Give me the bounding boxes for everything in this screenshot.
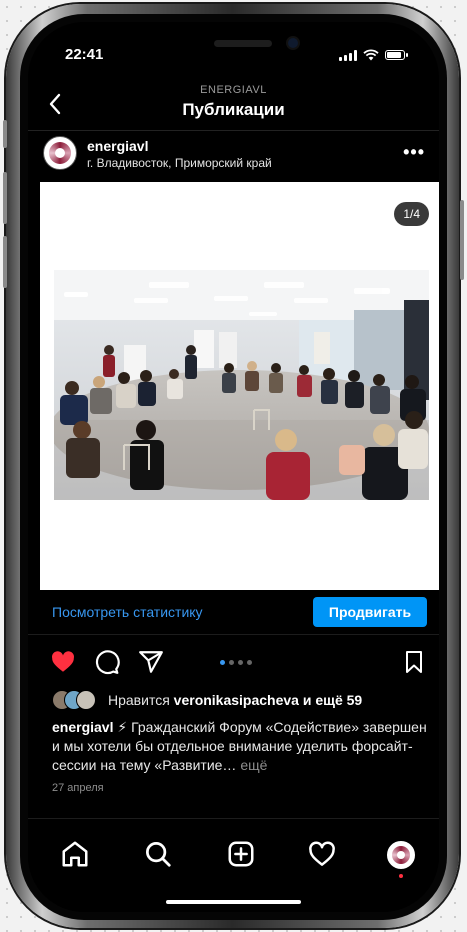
battery-icon <box>385 50 408 60</box>
heart-filled-icon <box>52 651 75 672</box>
send-icon <box>139 651 163 673</box>
page-title: Публикации <box>182 100 285 119</box>
more-options-icon[interactable]: ••• <box>403 142 425 163</box>
cellular-signal-icon <box>339 49 357 61</box>
volume-up-button <box>3 172 7 224</box>
profile-avatar <box>392 846 410 864</box>
header-divider <box>28 130 439 131</box>
likes-text: Нравится veronikasipacheva и ещё 59 <box>108 692 362 708</box>
next-post-peek <box>28 818 439 827</box>
likes-count[interactable]: и ещё 59 <box>303 692 362 708</box>
screen: 22:41 ENERGIAVL Публикации energiavl г. … <box>28 22 439 912</box>
comment-button[interactable] <box>94 649 120 675</box>
status-icons <box>339 49 408 61</box>
tab-new-post[interactable] <box>226 839 256 869</box>
share-button[interactable] <box>138 649 164 675</box>
media-counter: 1/4 <box>394 202 429 226</box>
view-insights-link[interactable]: Посмотреть статистику <box>52 604 203 620</box>
avatar <box>76 690 96 710</box>
avatar[interactable] <box>43 136 77 170</box>
post-actions <box>28 645 439 681</box>
home-indicator[interactable] <box>166 900 301 904</box>
tab-profile[interactable] <box>387 841 415 869</box>
carousel-dot <box>238 660 243 665</box>
carousel-dot <box>247 660 252 665</box>
front-camera <box>288 38 298 48</box>
carousel-indicator <box>220 660 252 665</box>
likes-user[interactable]: veronikasipacheva <box>174 692 299 708</box>
status-time: 22:41 <box>65 46 104 63</box>
post-date: 27 апреля <box>52 782 104 794</box>
post-media[interactable]: 1/4 <box>40 182 439 590</box>
tab-activity[interactable] <box>307 839 337 869</box>
caption-username[interactable]: energiavl <box>52 719 113 735</box>
likes-prefix: Нравится <box>108 692 170 708</box>
silent-switch <box>3 120 7 148</box>
search-icon <box>146 842 171 867</box>
wifi-icon <box>363 49 379 61</box>
like-button[interactable] <box>50 649 76 675</box>
insights-row: Посмотреть статистику Продвигать <box>28 592 439 632</box>
power-button <box>460 200 464 280</box>
comment-icon <box>95 650 120 675</box>
activity-icon <box>309 841 335 866</box>
post-location[interactable]: г. Владивосток, Приморский край <box>87 156 272 170</box>
likes-summary[interactable]: Нравится veronikasipacheva и ещё 59 <box>52 690 432 712</box>
carousel-dot <box>229 660 234 665</box>
post-caption: energiavl ⚡ Гражданский Форум «Содействи… <box>52 718 432 775</box>
add-post-icon <box>228 841 254 867</box>
save-button[interactable] <box>402 649 428 675</box>
post-header: energiavl г. Владивосток, Приморский кра… <box>28 132 439 178</box>
liker-avatars <box>52 690 102 710</box>
speaker-grille <box>214 40 272 47</box>
header-account: ENERGIAVL <box>200 84 267 96</box>
volume-down-button <box>3 236 7 288</box>
caption-more-link[interactable]: ещё <box>240 757 267 773</box>
carousel-dot <box>220 660 225 665</box>
home-icon <box>62 841 88 867</box>
promote-button[interactable]: Продвигать <box>313 597 427 627</box>
bookmark-icon <box>406 651 422 673</box>
insights-divider <box>28 634 439 635</box>
tab-home[interactable] <box>60 839 90 869</box>
post-photo <box>54 270 429 500</box>
tab-search[interactable] <box>143 839 173 869</box>
header: ENERGIAVL Публикации <box>28 80 439 130</box>
notification-dot <box>399 874 403 878</box>
post-username[interactable]: energiavl <box>87 138 148 154</box>
